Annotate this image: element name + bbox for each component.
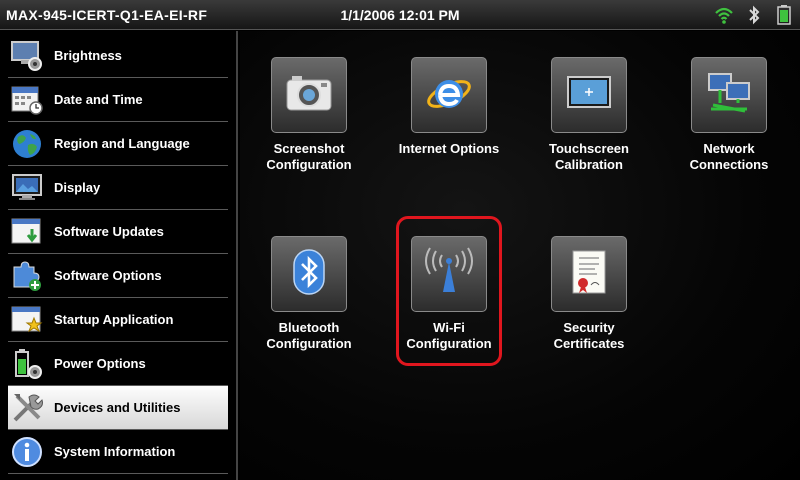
tile-internet-options[interactable]: Internet Options [379, 57, 519, 157]
camera-icon [284, 72, 334, 119]
status-icons [714, 4, 794, 26]
sidebar-item-software-updates[interactable]: Software Updates [8, 210, 228, 254]
touchscreen-icon [564, 73, 614, 118]
wifi-antenna-icon [423, 246, 475, 303]
tile-icon-box [271, 236, 347, 312]
sidebar-item-power-options[interactable]: Power Options [8, 342, 228, 386]
network-icon [703, 69, 755, 122]
tools-icon [10, 391, 44, 425]
tile-label-line2: Connections [689, 157, 769, 172]
certificate-icon [569, 248, 609, 301]
brightness-icon [10, 39, 44, 73]
power-battery-icon [10, 347, 44, 381]
internet-explorer-icon [424, 68, 474, 123]
tile-screenshot-configuration[interactable]: Screenshot Configuration [239, 57, 379, 173]
tile-label: Network Connections [659, 141, 799, 173]
startup-star-icon [10, 303, 44, 337]
tile-label: Touchscreen Calibration [519, 141, 659, 173]
tile-bluetooth-configuration[interactable]: Bluetooth Configuration [239, 236, 379, 352]
tile-label-line1: Bluetooth [278, 320, 340, 335]
sidebar-item-label: Date and Time [54, 92, 143, 107]
sidebar-item-software-options[interactable]: Software Options [8, 254, 228, 298]
devices-utilities-panel: Screenshot Configuration Internet Option… [240, 31, 800, 480]
tile-icon-box [411, 57, 487, 133]
sidebar: Brightness Date and Time Region and Lang… [0, 31, 238, 480]
tile-touchscreen-calibration[interactable]: Touchscreen Calibration [519, 57, 659, 173]
sidebar-item-label: Region and Language [54, 136, 190, 151]
sidebar-item-date-and-time[interactable]: Date and Time [8, 78, 228, 122]
tile-label: Bluetooth Configuration [239, 320, 379, 352]
tile-label-line1: Security [563, 320, 615, 335]
tile-icon-box [271, 57, 347, 133]
device-name: MAX-945-ICERT-Q1-EA-EI-RF [6, 7, 208, 23]
sidebar-item-label: Devices and Utilities [54, 400, 181, 415]
tile-label-line2: Configuration [266, 157, 352, 172]
calendar-clock-icon [10, 83, 44, 117]
puzzle-icon [10, 259, 44, 293]
info-icon [10, 435, 44, 469]
tile-label-line2: Certificates [553, 336, 625, 351]
tile-security-certificates[interactable]: Security Certificates [519, 236, 659, 352]
tile-icon-box [691, 57, 767, 133]
tile-icon-box [551, 57, 627, 133]
sidebar-item-system-information[interactable]: System Information [8, 430, 228, 474]
tile-label-line1: Wi-Fi [433, 320, 465, 335]
tile-label: Security Certificates [519, 320, 659, 352]
tile-label: Wi-Fi Configuration [379, 320, 519, 352]
sidebar-item-label: Brightness [54, 48, 122, 63]
tile-label-line2: Configuration [266, 336, 352, 351]
sidebar-item-startup-application[interactable]: Startup Application [8, 298, 228, 342]
sidebar-item-label: Software Options [54, 268, 162, 283]
battery-icon[interactable] [774, 4, 794, 26]
tile-icon-box [411, 236, 487, 312]
tile-label-line1: Network [703, 141, 755, 156]
sidebar-item-label: System Information [54, 444, 176, 459]
tile-label-line2: Calibration [555, 157, 623, 172]
tile-label-line1: Internet Options [398, 141, 500, 156]
bluetooth-icon [292, 248, 326, 301]
sidebar-item-label: Startup Application [54, 312, 174, 327]
sidebar-item-label: Display [54, 180, 101, 195]
tile-label-line2: Configuration [406, 336, 492, 351]
sidebar-item-brightness[interactable]: Brightness [8, 34, 228, 78]
software-update-icon [10, 215, 44, 249]
tile-label: Internet Options [379, 141, 519, 157]
tile-label-line1: Screenshot [273, 141, 345, 156]
sidebar-item-display[interactable]: Display [8, 166, 228, 210]
tile-label-line1: Touchscreen [549, 141, 629, 156]
sidebar-item-region-and-language[interactable]: Region and Language [8, 122, 228, 166]
bluetooth-icon[interactable] [744, 4, 764, 26]
tile-wifi-configuration[interactable]: Wi-Fi Configuration [379, 236, 519, 352]
tile-network-connections[interactable]: Network Connections [659, 57, 799, 173]
tile-label: Screenshot Configuration [239, 141, 379, 173]
status-bar: MAX-945-ICERT-Q1-EA-EI-RF 1/1/2006 12:01… [0, 0, 800, 30]
sidebar-item-label: Power Options [54, 356, 146, 371]
wifi-signal-icon[interactable] [714, 4, 734, 26]
display-icon [10, 171, 44, 205]
globe-icon [10, 127, 44, 161]
sidebar-item-devices-and-utilities[interactable]: Devices and Utilities [8, 386, 228, 430]
tile-icon-box [551, 236, 627, 312]
sidebar-item-label: Software Updates [54, 224, 164, 239]
